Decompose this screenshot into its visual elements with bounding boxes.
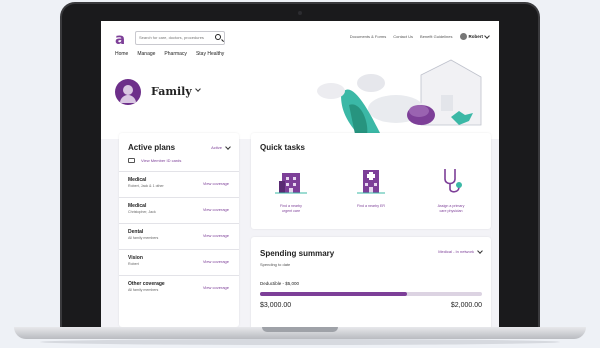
view-coverage-link[interactable]: View coverage [203,259,229,264]
amount-spent: $3,000.00 [260,302,292,309]
user-avatar-icon [459,33,467,40]
plan-name: Dental [128,229,144,235]
task-label: Find a nearby ER [336,204,406,209]
user-menu[interactable]: Robert [459,32,490,40]
page-header: a Documents & Forms Contact Us Benefit G… [101,21,499,139]
plan-row: Vision Robert View coverage [119,249,239,274]
plan-name: Vision [128,255,143,261]
active-plans-card: Active plans Active View Member ID cards… [119,133,239,327]
view-coverage-link[interactable]: View coverage [203,285,229,290]
plan-name: Medical [128,177,147,183]
deductible-progress-fill [260,292,407,296]
task-assign-pcp[interactable]: Assign a primary care physician [416,167,486,214]
task-label-line: urgent care [281,209,301,213]
spending-filter-value: Medical - In network [438,249,474,254]
urgent-care-building-icon [275,173,307,194]
family-house-illustration [317,59,482,139]
task-label-line: Find a nearby ER [357,204,385,208]
hospital-icon [357,170,385,194]
spending-filter-dropdown[interactable]: Medical - In network [438,247,483,254]
nav-pharmacy[interactable]: Pharmacy [164,51,187,57]
chevron-down-icon [225,143,231,150]
laptop-shadow [40,339,560,345]
spending-subtitle: Spending to date [260,262,291,267]
user-name: Robert [468,34,484,39]
task-label: Find a nearby urgent care [256,204,326,214]
plan-members: Christopher, Jack [128,210,156,214]
view-coverage-link[interactable]: View coverage [203,233,229,238]
laptop-notch [262,327,338,332]
plans-filter-value: Active [211,145,222,150]
family-chevron-down-icon[interactable] [195,86,201,92]
id-card-icon [128,158,135,163]
task-nearby-er[interactable]: Find a nearby ER [336,167,406,209]
plan-name: Other coverage [128,281,165,287]
documents-forms-link[interactable]: Documents & Forms [350,34,386,39]
task-urgent-care[interactable]: Find a nearby urgent care [256,167,326,214]
plan-members: All family members [128,236,159,240]
spending-summary-title: Spending summary [260,249,335,258]
deductible-label: Deductible - $5,000 [260,281,300,286]
benefit-guidelines-link[interactable]: Benefit Guidelines [420,34,452,39]
amount-remaining: $2,000.00 [450,302,482,309]
page-title[interactable]: Family [151,85,192,98]
app-screen: a Documents & Forms Contact Us Benefit G… [101,21,499,327]
active-plans-title: Active plans [128,143,176,152]
member-id-cards-link[interactable]: View Member ID cards [128,158,181,163]
plan-members: All family members [128,288,159,292]
plans-filter-dropdown[interactable]: Active [211,143,231,150]
chevron-down-icon [484,32,490,39]
plan-members: Robert, Jack & 1 other [128,184,164,188]
nav-home[interactable]: Home [115,51,128,57]
plan-name: Medical [128,203,147,209]
search-icon[interactable] [215,34,221,40]
main-nav: Home Manage Pharmacy Stay Healthy [115,51,224,57]
member-id-cards-label: View Member ID cards [141,158,182,163]
nav-stay-healthy[interactable]: Stay Healthy [196,51,224,57]
brand-logo[interactable]: a [115,30,125,48]
view-coverage-link[interactable]: View coverage [203,207,229,212]
spending-summary-card: Spending summary Spending to date Medica… [251,237,491,327]
plan-row: Dental All family members View coverage [119,223,239,248]
task-label: Assign a primary care physician [416,204,486,214]
utility-links: Documents & Forms Contact Us Benefit Gui… [350,32,490,40]
plan-row: Medical Christopher, Jack View coverage [119,197,239,222]
quick-tasks-card: Quick tasks Find a nearby urgent care Fi… [251,133,491,229]
stethoscope-icon [444,169,462,193]
contact-us-link[interactable]: Contact Us [393,34,413,39]
search-input[interactable] [139,33,209,42]
task-label-line: care physician [439,209,463,213]
family-avatar [115,79,141,105]
nav-manage[interactable]: Manage [137,51,155,57]
chevron-down-icon [477,247,483,254]
search-box[interactable] [135,31,225,45]
laptop-camera [298,11,302,15]
plan-row: Medical Robert, Jack & 1 other View cove… [119,171,239,196]
quick-tasks-title: Quick tasks [260,143,305,152]
deductible-progress-bar [260,292,482,296]
plan-row: Other coverage All family members View c… [119,275,239,300]
plan-members: Robert [128,262,139,266]
view-coverage-link[interactable]: View coverage [203,181,229,186]
